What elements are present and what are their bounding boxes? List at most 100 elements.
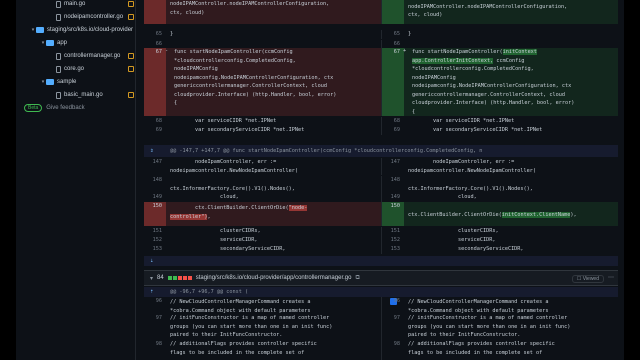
diff-left-cell: 96 // NewCloudControllerManagerCommand c… (144, 297, 381, 314)
file-tree-item-label: nodeipamcontroller.go (64, 14, 124, 20)
expand-row[interactable]: ⇣ (144, 256, 618, 266)
viewed-label: Viewed (582, 276, 599, 282)
line-number: 66 (155, 41, 162, 47)
line-number: 151 (152, 228, 162, 234)
code-line: completedConfig, nodeIPAMController.node… (408, 0, 568, 18)
code-line: serviceCIDR, (170, 237, 258, 243)
expand-icon[interactable]: ⇕ (150, 147, 160, 157)
file-tree-item-label: main.go (64, 1, 86, 7)
code-line: nodeIPAMController.nodeIPAMControllerCon… (170, 1, 330, 16)
line-number: 148 (152, 177, 162, 183)
line-number: 69 (155, 127, 162, 133)
modified-icon (128, 53, 134, 59)
diff-right-cell: 151 clusterCIDRs, (381, 227, 618, 236)
line-number: 67 (144, 48, 166, 116)
code-line: func startNodeIpamController(ccmConfig *… (174, 49, 337, 106)
hunk-header-text: @@ -96,7 +96,7 @@ const ( (170, 289, 249, 295)
file-tree-sidebar: main.go nodeipamcontroller.go ▾ staging/… (16, 0, 136, 360)
code-line: // NewCloudControllerManagerCommand crea… (170, 299, 311, 314)
line-number: 147 (152, 159, 162, 165)
give-feedback-link[interactable]: Give feedback (46, 105, 84, 111)
line-number: 150 (382, 202, 404, 226)
diff-right-cell: 98 // additionalFlags provides controlle… (381, 340, 618, 360)
diff-right-cell: 152 serviceCIDR, (381, 236, 618, 245)
diffstat-del (187, 276, 192, 280)
diff-left-cell: 151 clusterCIDRs, (144, 227, 381, 236)
diff-change-row: 150 ctx.ClientBuilder.ClientOrDie("node-… (144, 202, 618, 226)
line-number: 65 (155, 31, 162, 37)
beta-badge: Beta (24, 104, 43, 112)
code-segment: , (207, 213, 211, 220)
addition-marker: + (403, 48, 407, 54)
file-tree-item-core-go[interactable]: core.go (16, 63, 136, 75)
line-number (144, 0, 166, 24)
file-tree-folder-sample[interactable]: ▾ sample (16, 76, 136, 88)
line-number: 68 (155, 118, 162, 124)
hunk-header: ⇡ @@ -96,7 +96,7 @@ const ( (144, 287, 618, 297)
code-line: // initFuncConstructor is a map of named… (170, 315, 333, 338)
file-tree-item-label: staging/src/k8s.io/cloud-provider (47, 27, 134, 33)
diff-row: 66 66 (144, 40, 618, 48)
diff-row: 98 // additionalFlags provides controlle… (144, 340, 618, 360)
code-line: ctx.InformerFactory.Core().V1().Nodes(), (408, 185, 533, 192)
diff-left-cell: nodeIPAMController.nodeIPAMControllerCon… (144, 0, 381, 24)
code-line: nodeIpamController, err := nodeipamcontr… (170, 159, 299, 174)
modified-icon (128, 92, 134, 98)
code-line: clusterCIDRs, (170, 228, 261, 234)
code-line: } (170, 31, 174, 37)
modified-icon (128, 1, 134, 7)
line-number: 69 (393, 127, 400, 133)
diff-right-cell: 148 ctx.InformerFactory.Core().V1().Node… (381, 176, 618, 193)
viewed-checkbox[interactable]: ☐ Viewed (571, 275, 604, 283)
hunk-header: ⇕ @@ -147,7 +147,7 @@ func startNodeIpam… (144, 145, 618, 157)
diff-right-cell: 150 ctx.ClientBuilder.ClientOrDie(initCo… (381, 202, 618, 226)
file-tree-item-basic-main-go[interactable]: basic_main.go (16, 89, 136, 101)
file-tree-item-nodeipamcontroller-go[interactable]: nodeipamcontroller.go (16, 11, 136, 23)
line-number: 152 (390, 237, 400, 243)
line-number: 98 (393, 341, 400, 347)
line-number: 67 (382, 48, 404, 116)
file-tree-item-main-go[interactable]: main.go (16, 0, 136, 10)
diff-row: 151 clusterCIDRs, 151 clusterCIDRs, (144, 227, 618, 236)
file-tree-folder-cloud-provider[interactable]: ▾ staging/src/k8s.io/cloud-provider (16, 24, 136, 36)
added-highlight: initContext.ClientName (501, 211, 571, 218)
code-line: // additionalFlags provides controller s… (408, 341, 555, 356)
diff-right-cell: 67 + func startNodeIpamController(initCo… (381, 48, 618, 116)
line-number: 150 (144, 202, 166, 226)
removed-highlight: controller") (170, 213, 208, 220)
diff-row: 147 nodeIpamController, err := nodeipamc… (144, 158, 618, 175)
diff-row: 96 // NewCloudControllerManagerCommand c… (144, 297, 618, 314)
file-tree-folder-app[interactable]: ▾ app (16, 37, 136, 49)
line-number: 152 (152, 237, 162, 243)
diff-left-cell: 67 - func startNodeIpamController(ccmCon… (144, 48, 381, 116)
code-segment: func startNodeIpamController( (412, 49, 503, 55)
diff-right-cell: 69 var secondaryServiceCIDR *net.IPNet (381, 126, 618, 135)
file-tree-item-label: basic_main.go (64, 92, 103, 98)
diff-row: 69 var secondaryServiceCIDR *net.IPNet 6… (144, 126, 618, 135)
code-line: var secondaryServiceCIDR *net.IPNet (170, 127, 305, 133)
code-line: var serviceCIDR *net.IPNet (408, 118, 515, 124)
copy-icon[interactable]: ⧉ (355, 275, 359, 282)
diff-left-cell: 69 var secondaryServiceCIDR *net.IPNet (144, 126, 381, 135)
code-line: // NewCloudControllerManagerCommand crea… (408, 299, 549, 314)
more-options-icon[interactable]: ⋯ (608, 274, 614, 281)
code-line: // additionalFlags provides controller s… (170, 341, 317, 356)
diff-right-cell: 153 secondaryServiceCIDR, (381, 245, 618, 254)
code-line: var secondaryServiceCIDR *net.IPNet (408, 127, 543, 133)
diff-left-cell: 98 // additionalFlags provides controlle… (144, 340, 381, 360)
file-tree-item-controllermanager-go[interactable]: controllermanager.go (16, 50, 136, 62)
file-tree-item-label: core.go (64, 66, 85, 72)
file-tree-item-label: app (57, 40, 68, 46)
diff-row: 97 // initFuncConstructor is a map of na… (144, 314, 618, 340)
diff-left-cell: 150 ctx.ClientBuilder.ClientOrDie("node-… (144, 202, 381, 226)
expand-down-icon[interactable]: ⇣ (150, 257, 160, 267)
code-line: ctx.ClientBuilder.ClientOrDie("node- con… (170, 204, 379, 221)
code-segment: ctx.ClientBuilder.ClientOrDie( (170, 205, 289, 211)
file-tree-item-label: controllermanager.go (64, 53, 121, 59)
file-path[interactable]: staging/src/k8s.io/cloud-provider/app/co… (196, 275, 352, 281)
code-line: ctx.ClientBuilder.ClientOrDie(initContex… (408, 202, 616, 219)
diff-right-cell: 96 // NewCloudControllerManagerCommand c… (381, 297, 618, 314)
diff-row: 65 } 65 } (144, 30, 618, 39)
file-icon (56, 91, 61, 99)
collapse-chevron-icon[interactable]: ▾ (150, 275, 153, 282)
